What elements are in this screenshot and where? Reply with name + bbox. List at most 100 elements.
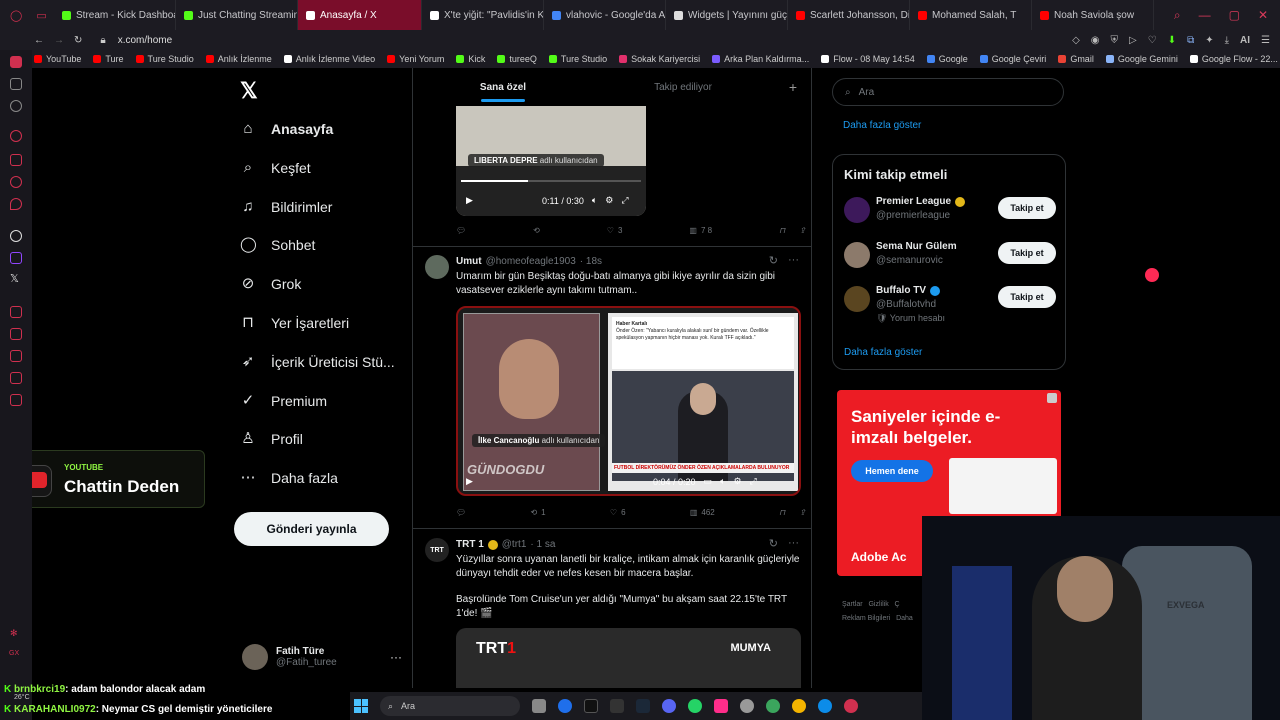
music-icon[interactable] bbox=[10, 306, 22, 318]
account-switcher[interactable]: Fatih Türe @Fatih_turee ··· bbox=[242, 644, 402, 670]
close-icon[interactable]: ✕ bbox=[1258, 8, 1268, 23]
author-name[interactable]: Umut bbox=[456, 256, 482, 267]
url-field[interactable]: x.com/home bbox=[118, 35, 172, 46]
cube-icon[interactable] bbox=[10, 154, 22, 166]
settings-icon[interactable]: ✻ bbox=[10, 628, 18, 639]
extension-icon[interactable]: ⬇ bbox=[1168, 35, 1176, 46]
bookmark-icon[interactable]: ⊓ bbox=[779, 226, 785, 235]
edge-dev-icon[interactable] bbox=[818, 699, 832, 713]
browser-tab[interactable]: Stream - Kick Dashboard bbox=[54, 0, 176, 30]
reply-icon[interactable]: 💬︎ bbox=[456, 508, 466, 517]
opera-logo-icon[interactable]: ◯ bbox=[10, 9, 22, 22]
forward-icon[interactable]: → bbox=[54, 35, 64, 46]
browser-tab[interactable]: Just Chatting Streaming bbox=[176, 0, 298, 30]
footer-ads-info[interactable]: Reklam Bilgileri bbox=[842, 615, 890, 622]
bookmark-item[interactable]: Ture Studio bbox=[135, 54, 194, 64]
steam-icon[interactable] bbox=[636, 699, 650, 713]
like-icon[interactable]: ♡ 6 bbox=[610, 508, 626, 517]
author-handle[interactable]: @trt1 bbox=[502, 539, 527, 550]
bookmark-item[interactable]: Ture bbox=[93, 54, 124, 64]
gx-icon[interactable]: GX bbox=[9, 650, 19, 657]
bookmark-item[interactable]: Google bbox=[926, 54, 968, 64]
captions-icon[interactable]: ▭ bbox=[704, 476, 713, 487]
volume-icon[interactable]: 🔈︎ bbox=[720, 476, 725, 487]
bookmark-item[interactable]: Google Flow - 22... bbox=[1189, 54, 1278, 64]
download-icon[interactable]: ⤓ bbox=[1225, 35, 1229, 46]
ad-cta-button[interactable]: Hemen dene bbox=[851, 460, 933, 482]
clock-icon[interactable] bbox=[10, 130, 22, 142]
settings-icon[interactable]: ⚙ bbox=[605, 195, 613, 206]
weather-widget[interactable]: 26°C bbox=[14, 694, 30, 701]
app-icon[interactable] bbox=[714, 699, 728, 713]
nav-item-6[interactable]: ⊓ Yer İşaretleri bbox=[240, 315, 349, 332]
browser-tab[interactable]: Noah Saviola şow bbox=[1032, 0, 1154, 30]
retweet-icon[interactable]: ⟲ 1 bbox=[530, 508, 545, 517]
tab-list-icon[interactable]: ▭ bbox=[36, 9, 46, 22]
show-more-link[interactable]: Daha fazla göster bbox=[844, 347, 922, 358]
settings-icon[interactable]: ⚙ bbox=[733, 476, 741, 487]
camera-icon[interactable]: ◉ bbox=[1091, 35, 1100, 46]
tiktok-icon[interactable] bbox=[584, 699, 598, 713]
epic-games-icon[interactable] bbox=[610, 699, 624, 713]
video-player[interactable]: LIBERTA DEPRE adlı kullanıcıdan ▶ 0:11 /… bbox=[456, 106, 646, 216]
obs-icon[interactable] bbox=[740, 699, 754, 713]
bookmark-item[interactable]: tureeQ bbox=[497, 54, 537, 64]
share-icon[interactable]: ⇪ bbox=[799, 226, 806, 235]
more-icon[interactable]: ··· bbox=[788, 537, 799, 550]
fullscreen-icon[interactable]: ⤢ bbox=[621, 195, 628, 206]
wallet-icon[interactable] bbox=[10, 372, 22, 384]
post-time[interactable]: · 18s bbox=[580, 256, 602, 267]
x-icon[interactable]: 𝕏 bbox=[10, 272, 19, 285]
nav-item-2[interactable]: ⌕ Keşfet bbox=[240, 159, 311, 176]
home-icon[interactable] bbox=[10, 56, 22, 68]
discord-icon[interactable] bbox=[662, 699, 676, 713]
chrome-icon[interactable] bbox=[792, 699, 806, 713]
nav-item-7[interactable]: ➶ İçerik Üreticisi Stü... bbox=[240, 353, 395, 370]
reload-icon[interactable]: ↻ bbox=[74, 35, 82, 46]
retweet-icon[interactable]: ⟲ bbox=[533, 226, 540, 235]
browser-tab[interactable]: Widgets | Yayınını güçlen bbox=[666, 0, 788, 30]
bookmark-item[interactable]: Gmail bbox=[1058, 54, 1094, 64]
grok-icon[interactable]: ↻ bbox=[769, 537, 778, 550]
author-handle[interactable]: @homeofeagle1903 bbox=[486, 256, 576, 267]
search-tabs-icon[interactable]: ⌕ bbox=[1174, 8, 1181, 23]
video-player[interactable]: GÜNDOGDU Haber Kartalı Önder Özen: "Yaba… bbox=[456, 306, 801, 496]
bookmark-item[interactable]: Kick bbox=[456, 54, 485, 64]
bookmark-icon[interactable]: ⊓ bbox=[779, 508, 785, 517]
follow-suggestion[interactable]: Premier League @premierleague Takip et bbox=[844, 195, 1056, 235]
author-name[interactable]: TRT 1 bbox=[456, 539, 484, 550]
nav-item-5[interactable]: ⊘ Grok bbox=[240, 276, 302, 293]
opera-menu[interactable]: ◯ ▭ bbox=[0, 9, 54, 22]
back-icon[interactable]: ← bbox=[34, 35, 44, 46]
whatsapp-icon[interactable] bbox=[688, 699, 702, 713]
ad-info-icon[interactable] bbox=[1047, 393, 1057, 403]
task-view-icon[interactable] bbox=[532, 699, 546, 713]
nav-item-10[interactable]: ⋯ Daha fazla bbox=[240, 470, 338, 487]
nav-item-4[interactable]: ◯ Sohbet bbox=[240, 237, 315, 254]
bookmark-item[interactable]: Google Çeviri bbox=[979, 54, 1046, 64]
fullscreen-icon[interactable]: ⤢ bbox=[750, 476, 757, 487]
views-icon[interactable]: ▥ 462 bbox=[690, 508, 715, 517]
nav-item-1[interactable]: ⌂ Anasayfa bbox=[240, 121, 333, 138]
more-icon[interactable]: ··· bbox=[788, 254, 799, 267]
suggestion-name[interactable]: Premier League bbox=[876, 196, 951, 207]
post-time[interactable]: · 1 sa bbox=[530, 539, 555, 550]
play-icon[interactable]: ▶ bbox=[466, 195, 473, 206]
browser-tab[interactable]: vlahovic - Google'da Ara bbox=[544, 0, 666, 30]
circle-icon[interactable] bbox=[10, 100, 22, 112]
show-more-link[interactable]: Daha fazla göster bbox=[843, 120, 921, 131]
windows-start-icon[interactable] bbox=[354, 699, 368, 713]
location-icon[interactable] bbox=[10, 198, 22, 210]
nav-item-8[interactable]: ✓ Premium bbox=[240, 392, 327, 409]
bookmark-icon[interactable]: ◇ bbox=[1072, 35, 1080, 46]
edge-icon[interactable] bbox=[558, 699, 572, 713]
bookmark-item[interactable]: Anlık İzlenme Video bbox=[283, 54, 375, 64]
follow-suggestion[interactable]: Sema Nur Gülem @semanurovic Takip et bbox=[844, 240, 1056, 280]
search-input[interactable]: ⌕ Ara bbox=[832, 78, 1064, 106]
share-icon[interactable]: ⇪ bbox=[799, 508, 806, 517]
bookmark-item[interactable]: Google Gemini bbox=[1105, 54, 1178, 64]
ai-button[interactable]: AI bbox=[1240, 35, 1250, 46]
avatar[interactable]: TRT bbox=[425, 538, 449, 562]
app-icon-2[interactable] bbox=[766, 699, 780, 713]
bookmark-item[interactable]: Flow - 08 May 14:54 bbox=[821, 54, 915, 64]
